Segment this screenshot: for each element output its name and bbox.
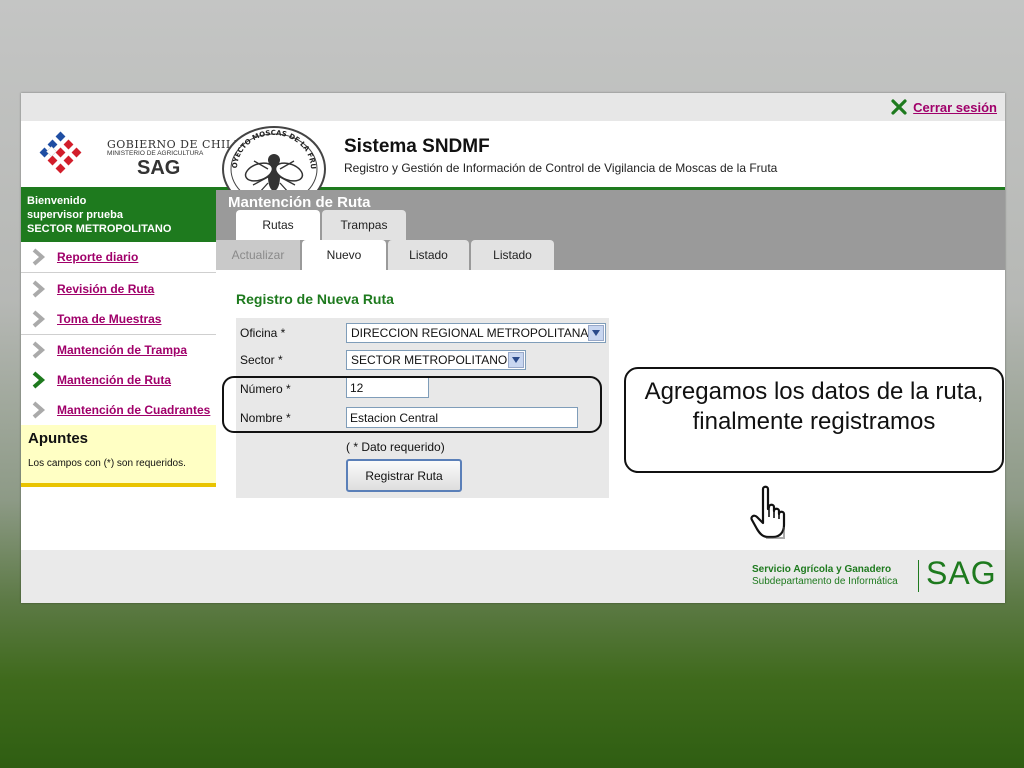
welcome-sector: SECTOR METROPOLITANO xyxy=(27,223,172,235)
sidebar-item-mantencion-trampa[interactable]: Mantención de Trampa xyxy=(21,335,216,365)
gobierno-logo: GOBIERNO DE CHILE MINISTERIO DE AGRICULT… xyxy=(39,131,242,179)
subtab-listado-2[interactable]: Listado xyxy=(471,240,554,270)
app-window: Cerrar sesión GOBIERNO DE CHILE MINISTER… xyxy=(21,93,1005,603)
chevron-down-icon[interactable] xyxy=(588,325,604,341)
logout-label[interactable]: Cerrar sesión xyxy=(913,100,997,115)
notes-text: Los campos con (*) son requeridos. xyxy=(28,458,186,469)
subtab-nuevo[interactable]: Nuevo xyxy=(302,240,386,270)
tab-label: Listado xyxy=(493,248,532,262)
sidebar-item-label[interactable]: Mantención de Ruta xyxy=(57,373,171,387)
tab-rutas[interactable]: Rutas xyxy=(236,210,320,240)
registrar-ruta-button[interactable]: Registrar Ruta xyxy=(346,459,462,492)
sidebar-item-revision-ruta[interactable]: Revisión de Ruta xyxy=(21,274,216,304)
tab-trampas[interactable]: Trampas xyxy=(322,210,406,240)
sidebar-item-mantencion-cuadrantes[interactable]: Mantención de Cuadrantes xyxy=(21,395,216,425)
notes-panel: Apuntes Los campos con (*) son requerido… xyxy=(21,425,216,487)
sector-label: Sector * xyxy=(240,353,283,367)
system-title: Sistema SNDMF xyxy=(344,136,490,157)
sidebar: Bienvenido supervisor prueba SECTOR METR… xyxy=(21,190,216,490)
chevron-down-icon[interactable] xyxy=(508,352,524,368)
chile-flag-icon xyxy=(39,131,82,174)
close-icon xyxy=(891,99,907,115)
chevron-right-icon xyxy=(32,248,46,266)
logout-link[interactable]: Cerrar sesión xyxy=(891,99,997,115)
chevron-right-icon xyxy=(32,401,46,419)
tab-label: Rutas xyxy=(262,218,294,232)
page-title: Mantención de Ruta xyxy=(228,194,371,211)
tab-label: Nuevo xyxy=(326,248,362,262)
notes-title: Apuntes xyxy=(28,430,88,447)
sidebar-item-label[interactable]: Revisión de Ruta xyxy=(57,282,154,296)
form-title: Registro de Nueva Ruta xyxy=(236,291,394,307)
sidebar-item-toma-muestras[interactable]: Toma de Muestras xyxy=(21,304,216,334)
divider xyxy=(918,560,919,592)
callout-line1: Agregamos los datos de la ruta, xyxy=(644,378,984,405)
tab-label: Trampas xyxy=(340,218,388,232)
gov-line2: MINISTERIO DE AGRICULTURA xyxy=(107,150,204,157)
sidebar-item-label[interactable]: Mantención de Cuadrantes xyxy=(57,403,210,417)
divider xyxy=(21,272,216,273)
gov-line3: SAG xyxy=(137,157,181,179)
top-bar: Cerrar sesión xyxy=(21,93,1005,121)
required-note: ( * Dato requerido) xyxy=(346,440,445,454)
footer-org-name: Servicio Agrícola y Ganadero xyxy=(752,564,892,575)
chevron-right-icon xyxy=(32,310,46,328)
oficina-value: DIRECCION REGIONAL METROPOLITANA xyxy=(351,326,589,340)
system-subtitle: Registro y Gestión de Información de Con… xyxy=(344,161,778,175)
sidebar-item-mantencion-ruta[interactable]: Mantención de Ruta xyxy=(21,365,216,395)
chevron-right-icon xyxy=(32,280,46,298)
site-footer: Servicio Agrícola y Ganadero Subdepartam… xyxy=(21,550,1005,603)
sidebar-item-label[interactable]: Toma de Muestras xyxy=(57,312,161,326)
site-header: GOBIERNO DE CHILE MINISTERIO DE AGRICULT… xyxy=(21,121,1005,212)
oficina-select[interactable]: DIRECCION REGIONAL METROPOLITANA xyxy=(346,323,606,343)
subtab-listado[interactable]: Listado xyxy=(388,240,469,270)
oficina-label: Oficina * xyxy=(240,326,286,340)
sector-value: SECTOR METROPOLITANO xyxy=(351,353,508,367)
sidebar-item-label[interactable]: Mantención de Trampa xyxy=(57,343,187,357)
tutorial-callout: Agregamos los datos de la ruta, finalmen… xyxy=(624,367,1004,473)
chevron-right-active-icon xyxy=(32,371,46,389)
sidebar-item-label[interactable]: Reporte diario xyxy=(57,250,138,264)
welcome-box: Bienvenido supervisor prueba SECTOR METR… xyxy=(21,190,216,242)
tab-label: Actualizar xyxy=(231,248,285,262)
welcome-user: supervisor prueba xyxy=(27,209,123,221)
hand-cursor-icon xyxy=(750,485,786,539)
welcome-line1: Bienvenido xyxy=(27,195,87,207)
highlight-box xyxy=(222,376,602,433)
sidebar-item-reporte-diario[interactable]: Reporte diario xyxy=(21,242,216,272)
tab-label: Listado xyxy=(409,248,448,262)
sector-select[interactable]: SECTOR METROPOLITANO xyxy=(346,350,526,370)
subtab-actualizar[interactable]: Actualizar xyxy=(216,240,300,270)
chevron-right-icon xyxy=(32,341,46,359)
footer-org-dept: Subdepartamento de Informática xyxy=(752,576,898,587)
sag-logo: SAG xyxy=(926,555,997,591)
callout-line2: finalmente registramos xyxy=(692,408,936,435)
